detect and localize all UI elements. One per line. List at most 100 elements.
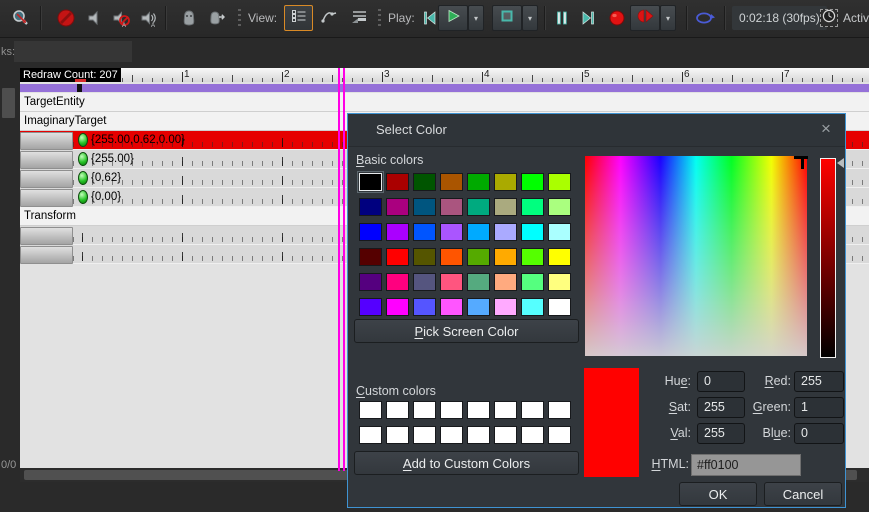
clock-button[interactable] <box>820 9 838 27</box>
basic-color-swatch[interactable] <box>521 173 544 191</box>
custom-color-swatch[interactable] <box>467 426 490 444</box>
basic-color-swatch[interactable] <box>494 198 517 216</box>
custom-color-swatch[interactable] <box>359 426 382 444</box>
stop-dropdown-button[interactable]: ▾ <box>522 5 538 31</box>
custom-color-swatch[interactable] <box>494 401 517 419</box>
keyframe-icon[interactable] <box>78 133 88 147</box>
basic-color-swatch[interactable] <box>386 223 409 241</box>
basic-color-swatch[interactable] <box>413 248 436 266</box>
custom-color-swatch[interactable] <box>521 426 544 444</box>
custom-color-swatch[interactable] <box>467 401 490 419</box>
ok-button[interactable]: OK <box>679 482 757 506</box>
basic-color-swatch[interactable] <box>440 223 463 241</box>
basic-color-swatch[interactable] <box>521 248 544 266</box>
track-cell-button[interactable] <box>20 189 73 207</box>
track-group-row[interactable]: TargetEntity <box>20 93 869 112</box>
keyframe-icon[interactable] <box>78 152 88 166</box>
hue-saturation-picker[interactable] <box>585 156 807 356</box>
basic-color-swatch[interactable] <box>494 248 517 266</box>
stop-button[interactable] <box>492 5 522 31</box>
keyframe-icon[interactable] <box>78 171 88 185</box>
dialog-titlebar[interactable]: Select Color × <box>348 114 845 147</box>
basic-color-swatch[interactable] <box>548 173 571 191</box>
custom-color-swatch[interactable] <box>440 426 463 444</box>
toolbar-grip[interactable] <box>378 9 381 28</box>
basic-color-swatch[interactable] <box>386 298 409 316</box>
basic-color-swatch[interactable] <box>413 223 436 241</box>
play-dropdown-button[interactable]: ▾ <box>468 5 484 31</box>
basic-color-swatch[interactable] <box>521 273 544 291</box>
record-icon[interactable] <box>607 8 627 28</box>
custom-color-swatch[interactable] <box>386 401 409 419</box>
basic-color-swatch[interactable] <box>359 173 382 191</box>
speaker-icon[interactable] <box>85 8 105 28</box>
toolbar-grip[interactable] <box>238 9 241 28</box>
basic-color-swatch[interactable] <box>467 173 490 191</box>
basic-color-swatch[interactable] <box>467 248 490 266</box>
speaker-mute-icon[interactable]: A <box>111 8 131 28</box>
basic-color-swatch[interactable] <box>467 198 490 216</box>
keyframe-icon[interactable] <box>78 190 88 204</box>
basic-color-swatch[interactable] <box>359 298 382 316</box>
basic-color-swatch[interactable] <box>386 173 409 191</box>
basic-color-swatch[interactable] <box>494 173 517 191</box>
cancel-button[interactable]: Cancel <box>764 482 842 506</box>
html-field[interactable]: #ff0100 <box>691 454 801 476</box>
play-section-dropdown-button[interactable]: ▾ <box>660 5 676 31</box>
basic-color-swatch[interactable] <box>359 248 382 266</box>
basic-color-swatch[interactable] <box>548 198 571 216</box>
list-view-button[interactable] <box>284 5 313 31</box>
custom-color-swatch[interactable] <box>548 401 571 419</box>
playhead[interactable] <box>338 68 345 471</box>
value-slider[interactable] <box>820 158 836 358</box>
custom-color-swatch[interactable] <box>386 426 409 444</box>
basic-color-swatch[interactable] <box>440 198 463 216</box>
basic-color-swatch[interactable] <box>521 198 544 216</box>
track-cell-button[interactable] <box>20 246 73 264</box>
vertical-scrollbar-thumb[interactable] <box>2 88 15 118</box>
play-section-button[interactable] <box>630 5 660 31</box>
close-icon[interactable]: × <box>817 119 835 139</box>
basic-color-swatch[interactable] <box>440 248 463 266</box>
basic-color-swatch[interactable] <box>413 198 436 216</box>
basic-color-swatch[interactable] <box>548 273 571 291</box>
basic-color-swatch[interactable] <box>521 223 544 241</box>
basic-color-swatch[interactable] <box>440 173 463 191</box>
onion-skin-next-icon[interactable] <box>206 8 226 28</box>
timeline-ruler[interactable]: Redraw Count: 207 1234567 <box>20 68 869 82</box>
basic-color-swatch[interactable] <box>467 223 490 241</box>
custom-color-swatch[interactable] <box>359 401 382 419</box>
basic-color-swatch[interactable] <box>494 273 517 291</box>
track-cell-button[interactable] <box>20 227 73 245</box>
basic-color-swatch[interactable] <box>413 273 436 291</box>
basic-color-swatch[interactable] <box>359 273 382 291</box>
onion-skin-icon[interactable] <box>179 8 199 28</box>
basic-color-swatch[interactable] <box>467 273 490 291</box>
dopesheet-view-button[interactable] <box>345 5 372 31</box>
basic-color-swatch[interactable] <box>440 298 463 316</box>
basic-color-swatch[interactable] <box>386 273 409 291</box>
track-cell-button[interactable] <box>20 132 73 150</box>
basic-color-swatch[interactable] <box>494 223 517 241</box>
loop-icon[interactable] <box>694 9 714 29</box>
mute-all-icon[interactable] <box>56 8 76 28</box>
pause-icon[interactable] <box>553 9 573 29</box>
red-field[interactable]: 255 <box>794 371 844 392</box>
track-cell-button[interactable] <box>20 151 73 169</box>
basic-color-swatch[interactable] <box>548 223 571 241</box>
zoom-tool-icon[interactable] <box>11 8 31 28</box>
basic-color-swatch[interactable] <box>467 298 490 316</box>
custom-color-swatch[interactable] <box>521 401 544 419</box>
play-button[interactable] <box>438 5 468 31</box>
skip-end-icon[interactable] <box>579 9 599 29</box>
basic-color-swatch[interactable] <box>413 298 436 316</box>
basic-color-swatch[interactable] <box>386 248 409 266</box>
basic-color-swatch[interactable] <box>386 198 409 216</box>
basic-color-swatch[interactable] <box>359 198 382 216</box>
custom-color-swatch[interactable] <box>440 401 463 419</box>
green-field[interactable]: 1 <box>794 397 844 418</box>
basic-color-swatch[interactable] <box>494 298 517 316</box>
custom-color-swatch[interactable] <box>413 401 436 419</box>
basic-color-swatch[interactable] <box>548 248 571 266</box>
add-to-custom-colors-button[interactable]: Add to Custom Colors <box>354 451 579 475</box>
